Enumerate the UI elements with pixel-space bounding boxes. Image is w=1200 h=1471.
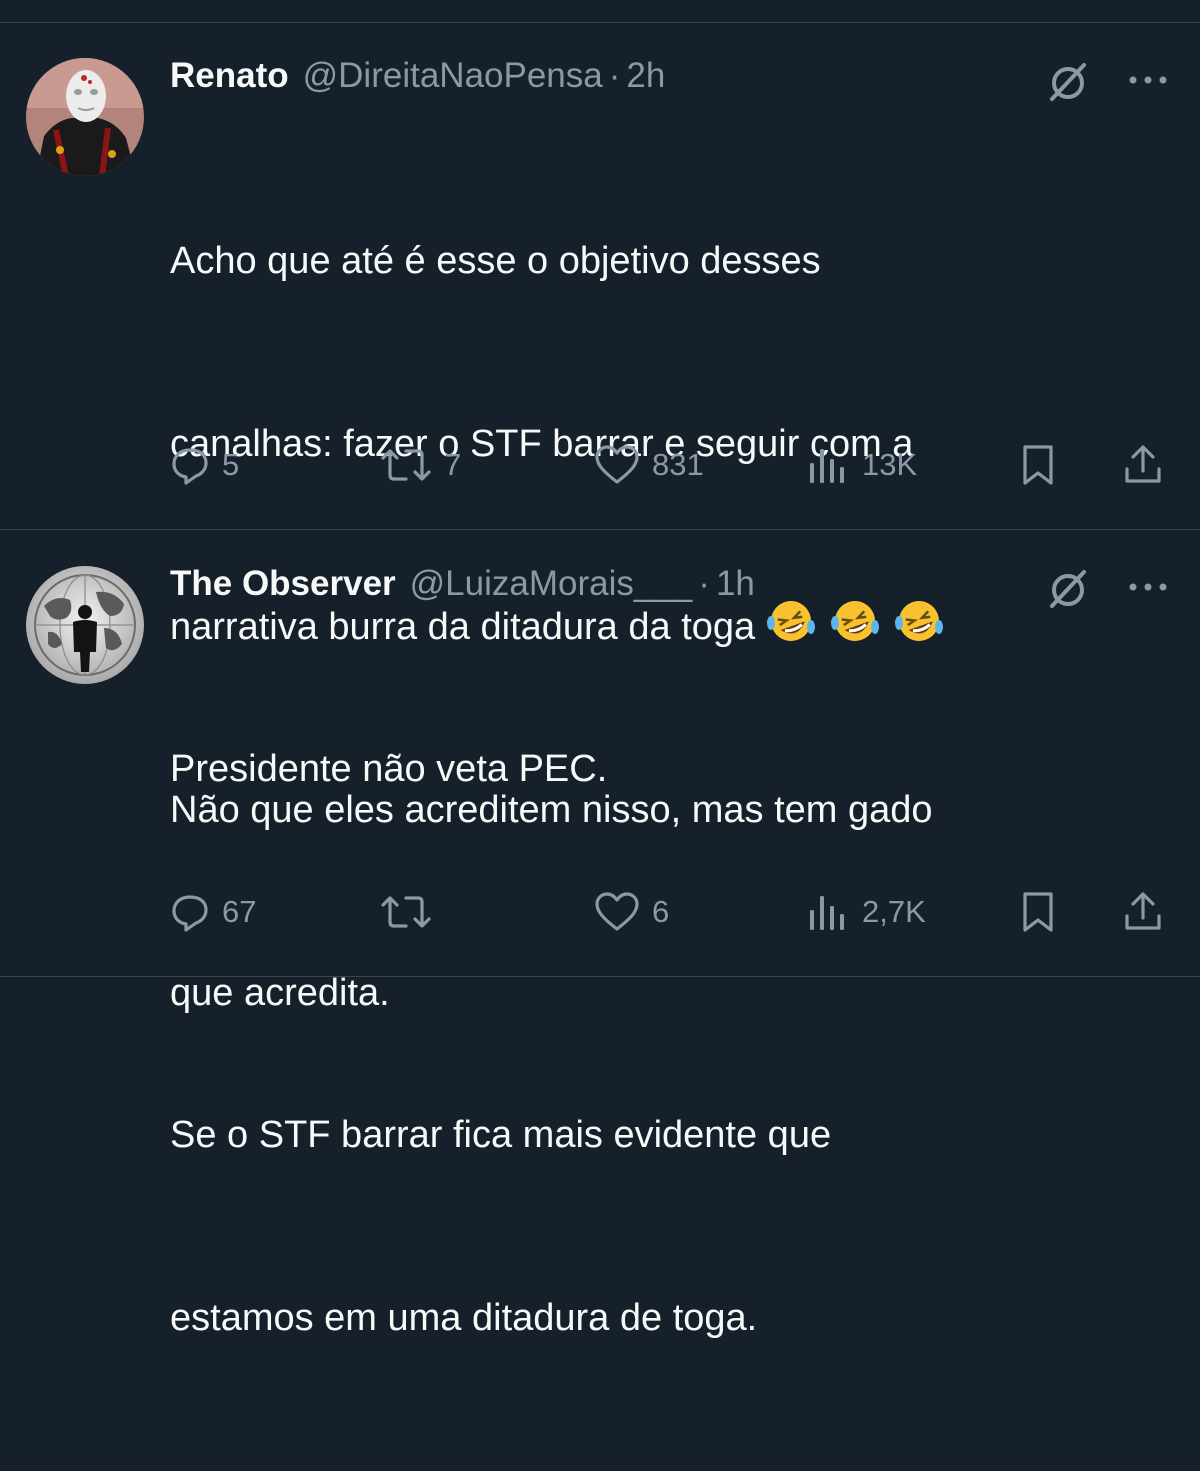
more-icon[interactable] [1124,575,1172,599]
like-count: 831 [652,447,704,482]
text-line: estamos em uma ditadura de toga. [170,1297,758,1339]
tweet-divider [0,529,1200,530]
views-icon [810,449,844,483]
tweet-header: Renato @DireitaNaoPensa · 2h [170,56,665,96]
reply-button[interactable]: 67 [170,888,256,936]
share-icon [1125,445,1161,483]
user-handle[interactable]: @LuizaMorais___ [410,564,693,604]
separator-dot: · [698,564,710,603]
repost-button[interactable] [380,888,432,936]
bookmark-icon [1023,445,1053,485]
separator-dot: · [608,56,621,95]
more-icon[interactable] [1124,68,1172,92]
share-icon [1125,892,1161,930]
grok-icon[interactable] [1044,57,1092,105]
avatar-the-observer[interactable] [26,566,144,684]
display-name[interactable]: The Observer [170,564,396,604]
views-count: 13K [862,447,918,482]
reply-count: 5 [222,447,240,482]
timestamp[interactable]: 2h [626,56,665,96]
share-button[interactable] [1122,441,1164,489]
views-button[interactable]: 13K [806,441,917,489]
timestamp[interactable]: 1h [716,564,755,604]
reply-count: 67 [222,894,257,929]
like-count: 6 [652,894,670,929]
like-button[interactable]: 831 [594,441,704,489]
bookmark-icon [1023,892,1053,932]
bottom-divider [0,976,1200,977]
like-icon [595,892,639,931]
like-icon [595,445,639,484]
display-name[interactable]: Renato [170,56,289,96]
bookmark-button[interactable] [1018,441,1058,489]
repost-icon [381,896,431,928]
tweet-actions: 67 6 2,7K [170,888,1170,936]
tweet-header: The Observer @LuizaMorais___ · 1h [170,564,755,604]
reply-icon [172,895,208,932]
text-line: Acho que até é esse o objetivo desses [170,240,821,282]
repost-icon [381,449,431,481]
reply-icon [172,448,208,485]
repost-count: 7 [444,447,462,482]
views-button[interactable]: 2,7K [806,888,926,936]
views-count: 2,7K [862,894,926,929]
reply-button[interactable]: 5 [170,441,239,489]
share-button[interactable] [1122,888,1164,936]
like-button[interactable]: 6 [594,888,669,936]
views-icon [810,896,844,930]
text-line: Se o STF barrar fica mais evidente que [170,1114,832,1156]
avatar-renato[interactable] [26,58,144,176]
tweet-actions: 5 7 831 13K [170,441,1170,489]
text-line: Presidente não veta PEC. [170,748,608,790]
user-handle[interactable]: @DireitaNaoPensa [303,56,603,96]
grok-icon[interactable] [1044,564,1092,612]
top-divider [0,22,1200,23]
bookmark-button[interactable] [1018,888,1058,936]
tweet-text: Presidente não veta PEC. Se o STF barrar… [170,617,1170,1471]
repost-button[interactable]: 7 [380,441,461,489]
